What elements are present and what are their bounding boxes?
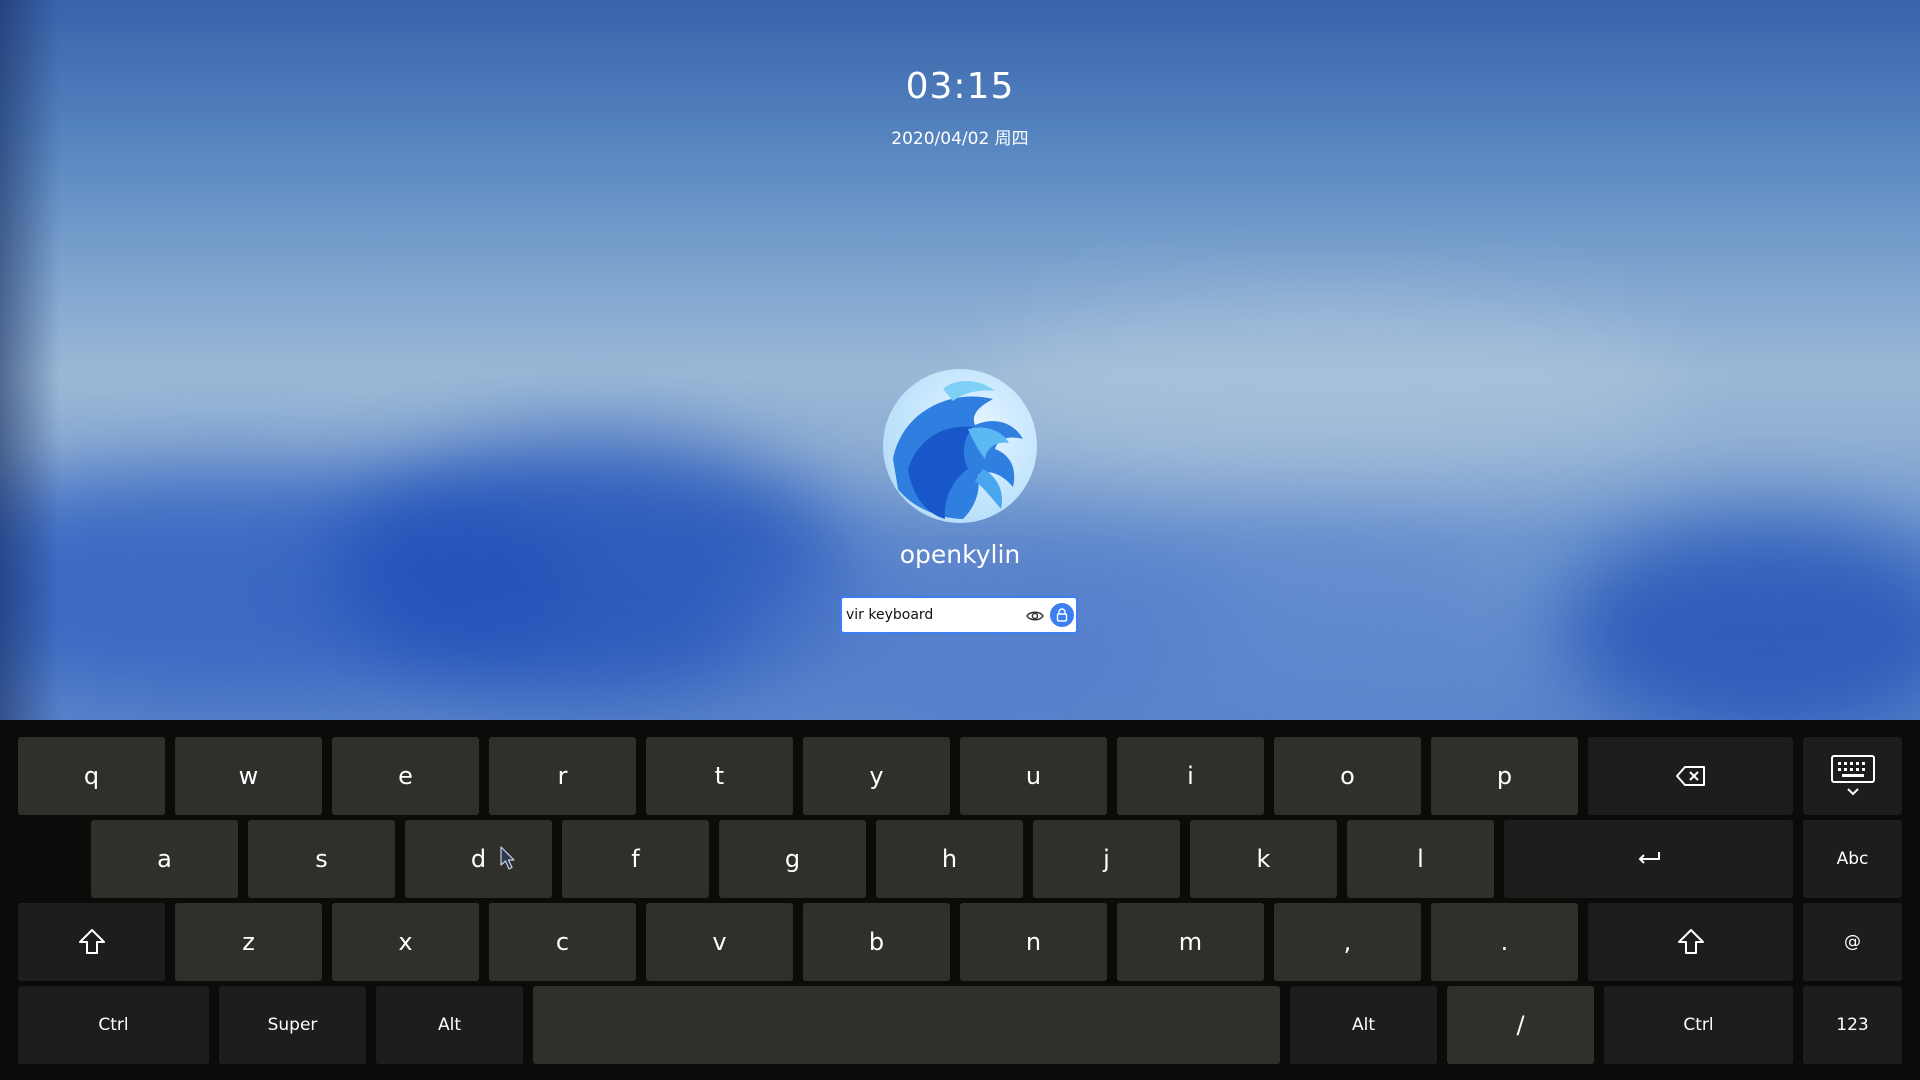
key-o[interactable]: o	[1274, 737, 1421, 815]
key-i[interactable]: i	[1117, 737, 1264, 815]
ctrl-left-key[interactable]: Ctrl	[18, 986, 209, 1064]
key-r[interactable]: r	[489, 737, 636, 815]
key-h[interactable]: h	[876, 820, 1023, 898]
super-key[interactable]: Super	[219, 986, 366, 1064]
key-n[interactable]: n	[960, 903, 1107, 981]
unlock-button[interactable]	[1050, 603, 1074, 627]
key-f[interactable]: f	[562, 820, 709, 898]
key-s[interactable]: s	[248, 820, 395, 898]
key-u[interactable]: u	[960, 737, 1107, 815]
key-q[interactable]: q	[18, 737, 165, 815]
avatar	[883, 369, 1037, 523]
backspace-icon	[1675, 766, 1705, 786]
lock-screen: 03:15 2020/04/02 周四 openkylin vir keyboa…	[0, 0, 1920, 1080]
shift-right-key[interactable]	[1588, 903, 1793, 981]
key-z[interactable]: z	[175, 903, 322, 981]
eye-icon[interactable]	[1025, 606, 1045, 626]
key-v[interactable]: v	[646, 903, 793, 981]
hide-keyboard-key[interactable]	[1803, 737, 1902, 815]
backspace-key[interactable]	[1588, 737, 1793, 815]
key-b[interactable]: b	[803, 903, 950, 981]
key-l[interactable]: l	[1347, 820, 1494, 898]
key-k[interactable]: k	[1190, 820, 1337, 898]
key-t[interactable]: t	[646, 737, 793, 815]
key-y[interactable]: y	[803, 737, 950, 815]
abc-key[interactable]: Abc	[1803, 820, 1902, 898]
alt-left-key[interactable]: Alt	[376, 986, 523, 1064]
key-j[interactable]: j	[1033, 820, 1180, 898]
username: openkylin	[899, 540, 1021, 569]
shift-left-key[interactable]	[18, 903, 165, 981]
shift-icon	[78, 929, 105, 954]
enter-icon	[1638, 852, 1660, 864]
lock-icon	[1056, 608, 1068, 622]
numbers-key[interactable]: 123	[1803, 986, 1902, 1064]
key-comma[interactable]: ,	[1274, 903, 1421, 981]
slash-key[interactable]: /	[1447, 986, 1594, 1064]
key-m[interactable]: m	[1117, 903, 1264, 981]
ctrl-right-key[interactable]: Ctrl	[1604, 986, 1793, 1064]
key-p[interactable]: p	[1431, 737, 1578, 815]
key-e[interactable]: e	[332, 737, 479, 815]
password-field[interactable]	[840, 596, 1078, 634]
key-w[interactable]: w	[175, 737, 322, 815]
at-key[interactable]: @	[1803, 903, 1902, 981]
key-d[interactable]: d	[405, 820, 552, 898]
clock-date: 2020/04/02 周四	[891, 129, 1029, 149]
wallpaper: 03:15 2020/04/02 周四 openkylin	[0, 0, 1920, 720]
key-a[interactable]: a	[91, 820, 238, 898]
key-c[interactable]: c	[489, 903, 636, 981]
space-key[interactable]	[533, 986, 1280, 1064]
alt-right-key[interactable]: Alt	[1290, 986, 1437, 1064]
clock-time: 03:15	[905, 66, 1015, 107]
key-x[interactable]: x	[332, 903, 479, 981]
keyboard-hide-icon	[1830, 755, 1875, 796]
mouse-pointer-icon	[500, 846, 515, 870]
enter-key[interactable]	[1504, 820, 1793, 898]
key-period[interactable]: .	[1431, 903, 1578, 981]
password-input[interactable]	[846, 600, 1016, 630]
virtual-keyboard: q w e r t y u i o p a s d f g h j k l Ab…	[0, 720, 1920, 1080]
shift-icon	[1677, 929, 1704, 954]
key-g[interactable]: g	[719, 820, 866, 898]
